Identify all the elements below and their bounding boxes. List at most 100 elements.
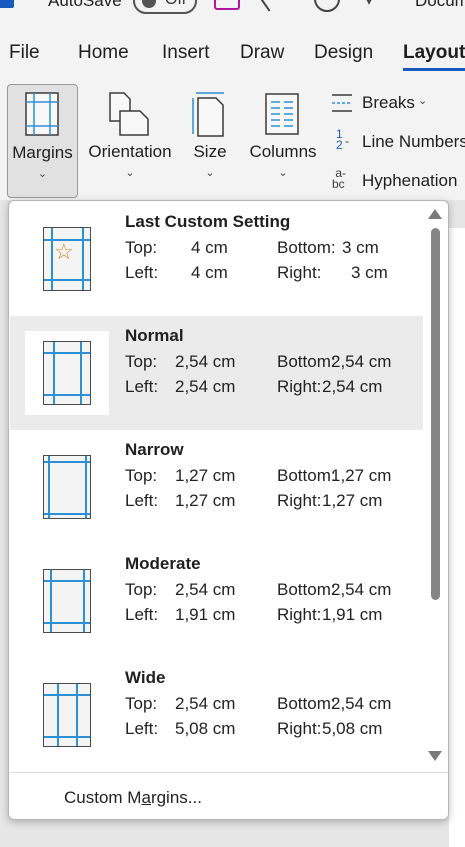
left-label: Left: [125, 263, 159, 282]
bottom-value: 1,27 cm [331, 466, 392, 485]
margin-thumbnail [25, 673, 109, 757]
bottom-label: Bottom: [277, 694, 336, 713]
document-title: Docum [415, 0, 465, 10]
bottom-value: 2,54 cm [331, 694, 392, 713]
margin-option-moderate[interactable]: Moderate Top: 2,54 cm Bottom: 2,54 cm Le… [10, 544, 423, 658]
custom-margins-text: Custom M [64, 788, 142, 807]
size-button[interactable]: Size ⌄ [190, 84, 230, 196]
scroll-up-icon[interactable] [427, 207, 443, 221]
columns-icon [265, 93, 299, 135]
chevron-down-icon: ⌄ [418, 95, 428, 107]
page-margins-icon: ☆ [43, 227, 91, 291]
document-page [449, 228, 465, 847]
bottom-value: 2,54 cm [331, 352, 392, 371]
chevron-down-icon: ⌄ [205, 167, 215, 179]
tab-home[interactable]: Home [78, 42, 129, 64]
title-bar: AutoSave Off ▾ Docum [0, 0, 465, 22]
option-title: Moderate [125, 554, 201, 573]
menu-divider [10, 772, 448, 773]
bottom-label: Bottom: [277, 580, 336, 599]
bottom-value: 3 cm [342, 238, 379, 257]
left-value: 2,54 cm [175, 377, 236, 396]
margin-option-normal[interactable]: Normal Top: 2,54 cm Bottom: 2,54 cm Left… [10, 316, 423, 430]
size-label: Size [193, 142, 227, 161]
tab-layout[interactable]: Layout [403, 42, 465, 64]
top-value: 2,54 cm [175, 580, 236, 599]
left-label: Left: [125, 719, 159, 738]
bottom-label: Bottom: [277, 238, 336, 257]
margin-option-wide[interactable]: Wide Top: 2,54 cm Bottom: 2,54 cm Left: … [10, 658, 423, 772]
orientation-icon [109, 92, 149, 136]
right-label: Right: [277, 491, 322, 510]
margins-icon [25, 92, 59, 136]
right-label: Right: [277, 605, 322, 624]
right-value: 2,54 cm [322, 377, 383, 396]
bottom-label: Bottom: [277, 352, 336, 371]
custom-margins-text-end: rgins... [150, 788, 202, 807]
tab-file[interactable]: File [9, 42, 40, 64]
orientation-button[interactable]: Orientation ⌄ [84, 84, 176, 196]
left-value: 1,27 cm [175, 491, 236, 510]
custom-margins-button[interactable]: Custom Margins... [64, 788, 202, 808]
right-label: Right: [277, 377, 322, 396]
line-numbers-icon: 12 [336, 127, 343, 152]
bottom-value: 2,54 cm [331, 580, 392, 599]
hyphenation-icon: a-bc [332, 166, 347, 191]
margins-button[interactable]: Margins ⌄ [7, 84, 78, 198]
chevron-down-icon: ⌄ [37, 168, 48, 180]
option-title: Last Custom Setting [125, 212, 291, 231]
margin-option-last-custom[interactable]: ☆ Last Custom Setting Top: 4 cm Bottom: … [10, 202, 423, 316]
size-icon [192, 92, 224, 137]
active-tab-indicator [403, 68, 465, 71]
chevron-down-icon: ⌄ [278, 167, 288, 179]
top-value: 1,27 cm [175, 466, 236, 485]
save-icon[interactable] [214, 0, 240, 10]
left-value: 1,91 cm [175, 605, 236, 624]
breaks-label: Breaks [362, 93, 415, 112]
margin-option-narrow[interactable]: Narrow Top: 1,27 cm Bottom: 1,27 cm Left… [10, 430, 423, 544]
undo-icon[interactable] [258, 0, 284, 12]
option-title: Narrow [125, 440, 184, 459]
line-numbers-dash-icon: - [345, 134, 349, 148]
tab-draw[interactable]: Draw [240, 42, 284, 64]
left-label: Left: [125, 491, 159, 510]
quick-access-more-icon[interactable]: ▾ [366, 0, 372, 8]
right-label: Right: [277, 719, 322, 738]
word-logo-icon [0, 0, 14, 8]
columns-button[interactable]: Columns ⌄ [247, 84, 319, 196]
tab-insert[interactable]: Insert [162, 42, 210, 64]
autosave-label: AutoSave [48, 0, 122, 10]
left-value: 4 cm [191, 263, 228, 282]
left-value: 5,08 cm [175, 719, 236, 738]
autosave-state: Off [165, 0, 186, 9]
top-value: 2,54 cm [175, 352, 236, 371]
right-value: 1,91 cm [322, 605, 383, 624]
margin-thumbnail [25, 559, 109, 643]
orientation-label: Orientation [88, 142, 172, 161]
margin-thumbnail [25, 445, 109, 529]
right-value: 3 cm [351, 263, 388, 282]
top-value: 4 cm [191, 238, 228, 257]
scroll-down-icon[interactable] [427, 749, 443, 763]
right-label: Right: [277, 263, 322, 282]
tab-design[interactable]: Design [314, 42, 373, 64]
margin-thumbnail [25, 331, 109, 415]
top-label: Top: [125, 352, 158, 371]
bottom-label: Bottom: [277, 466, 336, 485]
page-margins-icon [43, 455, 91, 519]
right-value: 5,08 cm [322, 719, 383, 738]
page-margins-icon [43, 569, 91, 633]
custom-margins-accelerator: a [141, 788, 151, 807]
margin-thumbnail: ☆ [25, 217, 109, 301]
right-value: 1,27 cm [322, 491, 383, 510]
line-numbers-label: Line Numbers [362, 132, 465, 151]
margins-label: Margins [12, 143, 73, 162]
option-title: Wide [125, 668, 166, 687]
top-label: Top: [125, 580, 158, 599]
page-margins-icon [43, 683, 91, 747]
redo-icon[interactable] [314, 0, 340, 12]
breaks-icon [332, 94, 352, 112]
scrollbar-thumb[interactable] [431, 228, 440, 600]
chevron-down-icon: ⌄ [125, 167, 135, 179]
top-label: Top: [125, 466, 158, 485]
